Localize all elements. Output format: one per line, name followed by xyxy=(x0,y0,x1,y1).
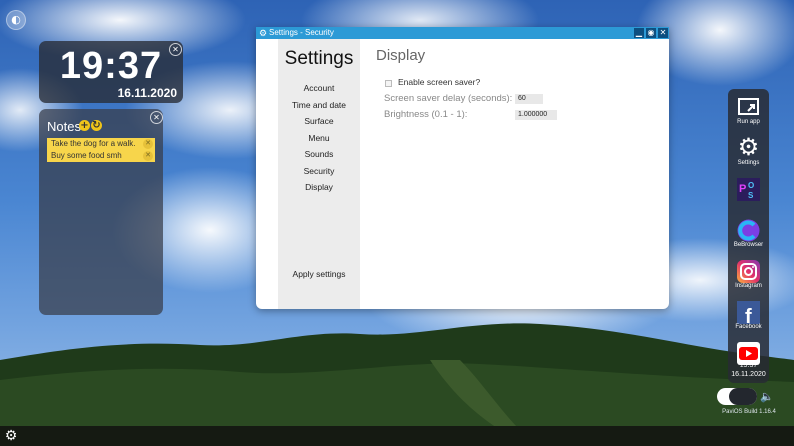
svg-text:S: S xyxy=(748,191,754,200)
sidebar-item-menu[interactable]: Menu xyxy=(278,133,360,143)
build-label: PaviOS Build 1.16.4 xyxy=(722,409,776,415)
delay-label: Screen saver delay (seconds): xyxy=(384,93,513,104)
close-button[interactable]: ✕ xyxy=(658,28,668,38)
dock-clock-time: 19:37 xyxy=(739,362,758,369)
window-titlebar[interactable]: ⚙ Settings - Security ▁ ◉ ✕ xyxy=(256,27,669,39)
list-item[interactable]: Take the dog for a walk. ✕ xyxy=(47,138,155,150)
dock-item-settings[interactable]: ⚙ Settings xyxy=(728,134,769,170)
list-item[interactable]: Buy some food smh ✕ xyxy=(47,150,155,162)
sidebar-item-time-and-date[interactable]: Time and date xyxy=(278,100,360,110)
gear-icon: ⚙ xyxy=(259,28,268,38)
brightness-label: Brightness (0.1 - 1): xyxy=(384,109,468,120)
dock-item-pavios[interactable]: P O S xyxy=(728,175,769,211)
clock-time: 19:37 xyxy=(59,45,163,87)
dock-label: Facebook xyxy=(735,324,762,330)
browser-icon xyxy=(737,219,760,242)
note-text: Buy some food smh xyxy=(51,151,122,160)
close-icon[interactable]: ✕ xyxy=(150,111,163,124)
page-title: Display xyxy=(376,47,426,64)
refresh-icon[interactable]: ↻ xyxy=(91,120,102,131)
settings-window: ⚙ Settings - Security ▁ ◉ ✕ Settings Acc… xyxy=(256,27,669,309)
window-title: Settings - Security xyxy=(269,28,334,37)
close-icon[interactable]: ✕ xyxy=(143,151,153,161)
gear-icon[interactable]: ⚙ xyxy=(3,428,19,444)
delay-field[interactable] xyxy=(515,94,543,104)
pavios-logo-icon: P O S xyxy=(737,178,760,201)
sidebar-item-sounds[interactable]: Sounds xyxy=(278,149,360,159)
sidebar-item-display[interactable]: Display xyxy=(278,182,360,192)
dock-clock-date: 16.11.2020 xyxy=(731,371,766,378)
apply-settings-button[interactable]: Apply settings xyxy=(278,269,360,279)
close-icon[interactable]: ✕ xyxy=(169,43,182,56)
dock-item-run-app[interactable]: Run app xyxy=(728,93,769,129)
app-dock: Run app ⚙ Settings P O S BeBrowser Insta… xyxy=(728,89,769,383)
svg-text:O: O xyxy=(748,181,754,190)
dock-label: BeBrowser xyxy=(733,242,764,248)
dock-item-facebook[interactable]: f Facebook xyxy=(728,298,769,334)
dock-label: Run app xyxy=(737,119,760,125)
taskbar xyxy=(0,426,794,446)
svg-text:P: P xyxy=(739,183,746,195)
clock-widget: 19:37 16.11.2020 ✕ xyxy=(39,41,183,103)
dock-item-instagram[interactable]: Instagram xyxy=(728,257,769,293)
dock-label: Instagram xyxy=(735,283,762,289)
sidebar-item-account[interactable]: Account xyxy=(278,83,360,93)
toggle-knob xyxy=(729,388,757,405)
dock-toggle[interactable] xyxy=(717,388,757,405)
screen-saver-label: Enable screen saver? xyxy=(398,77,481,87)
notes-widget: Notes + ↻ ✕ Take the dog for a walk. ✕ B… xyxy=(39,109,163,315)
dock-item-bebrowser[interactable]: BeBrowser xyxy=(728,216,769,252)
note-text: Take the dog for a walk. xyxy=(51,139,136,148)
notes-title: Notes xyxy=(47,119,81,134)
plus-icon[interactable]: + xyxy=(79,120,90,131)
globe-icon[interactable]: ◐ xyxy=(6,10,26,30)
facebook-icon: f xyxy=(737,301,760,325)
brightness-field[interactable] xyxy=(515,110,557,120)
dock-label: Settings xyxy=(737,160,760,166)
clock-date: 16.11.2020 xyxy=(117,86,177,100)
sidebar-title: Settings xyxy=(284,48,354,69)
instagram-icon xyxy=(737,260,760,283)
sidebar-item-surface[interactable]: Surface xyxy=(278,116,360,126)
dock-clock: 19:37 16.11.2020 xyxy=(728,361,769,379)
screen-saver-checkbox[interactable] xyxy=(385,80,392,87)
run-app-icon xyxy=(738,98,759,115)
svg-text:f: f xyxy=(745,306,752,325)
maximize-button[interactable]: ◉ xyxy=(646,28,656,38)
close-icon[interactable]: ✕ xyxy=(143,139,153,149)
minimize-button[interactable]: ▁ xyxy=(634,28,644,38)
speaker-icon[interactable]: 🔈 xyxy=(760,390,774,404)
gear-icon: ⚙ xyxy=(737,133,760,161)
sidebar-item-security[interactable]: Security xyxy=(278,166,360,176)
settings-sidebar: Settings Account Time and date Surface M… xyxy=(278,39,360,309)
